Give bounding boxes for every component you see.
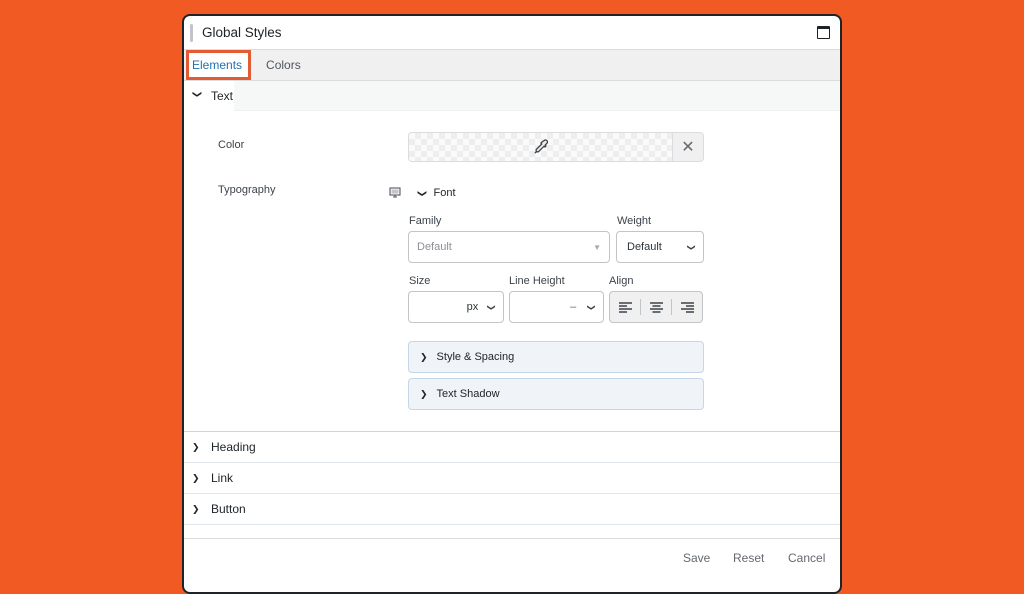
caret-down-icon: ▼ [593, 242, 601, 252]
style-spacing-toggle[interactable]: ❯ Style & Spacing [408, 341, 704, 373]
align-right-button[interactable] [671, 299, 702, 315]
text-shadow-label: Text Shadow [436, 388, 500, 400]
tab-colors[interactable]: Colors [257, 50, 310, 80]
line-height-value: – [570, 301, 577, 313]
weight-select-value: Default [627, 241, 662, 253]
section-link-header[interactable]: ❯ Link [184, 463, 840, 494]
reset-button[interactable]: Reset [733, 551, 764, 565]
font-toggle[interactable]: ❯ Font [417, 187, 456, 199]
text-shadow-toggle[interactable]: ❯ Text Shadow [408, 378, 704, 410]
panel-footer: Save Reset Cancel [184, 538, 840, 592]
size-label: Size [409, 275, 431, 287]
global-styles-panel: Global Styles Elements Colors ❯ Text Col… [182, 14, 842, 594]
panel-titlebar: Global Styles [184, 16, 840, 50]
section-button-header[interactable]: ❯ Button [184, 494, 840, 525]
color-label: Color [218, 139, 245, 151]
tab-elements[interactable]: Elements [186, 50, 252, 80]
weight-select[interactable]: Default ❯ [616, 231, 704, 263]
family-select[interactable]: Default ▼ [408, 231, 610, 263]
section-text-label: Text [211, 88, 234, 103]
align-label: Align [609, 275, 634, 287]
chevron-right-icon: ❯ [192, 503, 200, 514]
size-input[interactable]: px ❯ [408, 291, 504, 323]
chevron-down-icon: ❯ [417, 189, 428, 197]
chevron-down-icon: ❯ [192, 90, 203, 99]
save-button[interactable]: Save [683, 551, 710, 565]
tab-bar: Elements Colors [184, 50, 840, 81]
align-button-group [609, 291, 703, 323]
window-maximize-icon[interactable] [817, 26, 830, 39]
line-height-label: Line Height [509, 275, 565, 287]
align-left-button[interactable] [610, 292, 640, 322]
family-label: Family [409, 215, 442, 227]
color-swatch-button[interactable] [409, 133, 672, 161]
desktop-monitor-icon[interactable] [389, 187, 401, 198]
align-right-icon [680, 301, 694, 313]
cancel-button[interactable]: Cancel [788, 551, 825, 565]
chevron-right-icon: ❯ [192, 472, 200, 483]
weight-label: Weight [617, 215, 652, 227]
section-text-body: Color ✕ Typography ❯ Font Family Weight … [184, 111, 840, 432]
size-unit[interactable]: px [467, 301, 479, 313]
eyedropper-icon [534, 139, 548, 154]
close-icon[interactable]: ✕ [672, 133, 703, 161]
section-link-label: Link [211, 471, 234, 485]
style-spacing-label: Style & Spacing [436, 351, 515, 363]
align-center-icon [649, 301, 663, 313]
align-center-button[interactable] [640, 299, 671, 315]
family-select-value: Default [417, 241, 452, 253]
section-button-label: Button [211, 502, 246, 516]
section-heading-label: Heading [211, 440, 256, 454]
section-heading-header[interactable]: ❯ Heading [184, 432, 840, 463]
chevron-right-icon: ❯ [420, 388, 428, 399]
chevron-right-icon: ❯ [192, 441, 200, 452]
font-toggle-label: Font [433, 187, 456, 199]
title-accent-bar [190, 23, 193, 42]
chevron-down-icon: ❯ [587, 303, 597, 311]
chevron-right-icon: ❯ [420, 351, 428, 362]
chevron-down-icon: ❯ [487, 303, 497, 311]
line-height-input[interactable]: – ❯ [509, 291, 604, 323]
chevron-down-icon: ❯ [687, 243, 697, 251]
panel-title: Global Styles [202, 25, 282, 40]
align-left-icon [618, 301, 632, 313]
section-text-header[interactable]: ❯ Text [184, 81, 840, 111]
color-picker: ✕ [408, 132, 704, 162]
typography-label: Typography [218, 184, 276, 196]
